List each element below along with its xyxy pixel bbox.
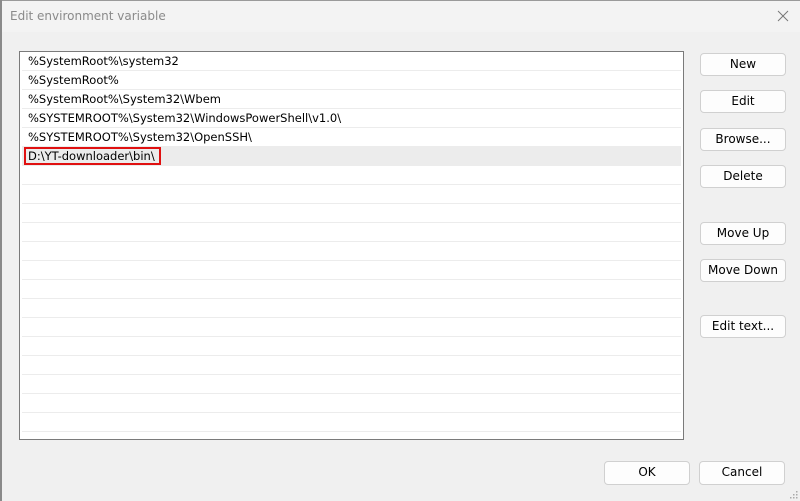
list-item-selected[interactable]: D:\YT-downloader\bin\ — [22, 147, 681, 166]
empty-list-row[interactable] — [22, 242, 681, 261]
resize-grip-icon[interactable] — [788, 489, 798, 499]
list-item-text: %SystemRoot%\System32\Wbem — [28, 92, 222, 106]
list-item-text: %SYSTEMROOT%\System32\OpenSSH\ — [28, 130, 252, 144]
edit-environment-variable-dialog: Edit environment variable %SystemRoot%\s… — [2, 0, 800, 501]
empty-list-row[interactable] — [22, 337, 681, 356]
list-item-text: %SystemRoot% — [28, 73, 119, 87]
cancel-button[interactable]: Cancel — [699, 461, 785, 485]
empty-list-row[interactable] — [22, 413, 681, 432]
list-item[interactable]: %SYSTEMROOT%\System32\WindowsPowerShell\… — [22, 109, 681, 128]
empty-list-row[interactable] — [22, 166, 681, 185]
empty-list-row[interactable] — [22, 299, 681, 318]
close-icon[interactable] — [774, 7, 792, 25]
empty-list-row[interactable] — [22, 394, 681, 413]
list-item[interactable]: %SystemRoot%\system32 — [22, 52, 681, 71]
delete-button[interactable]: Delete — [700, 165, 786, 188]
move-down-button[interactable]: Move Down — [700, 259, 786, 282]
move-up-button[interactable]: Move Up — [700, 222, 786, 245]
ok-button[interactable]: OK — [604, 461, 690, 485]
edit-button[interactable]: Edit — [700, 90, 786, 113]
path-list[interactable]: %SystemRoot%\system32 %SystemRoot% %Syst… — [19, 51, 684, 440]
browse-button[interactable]: Browse... — [700, 128, 786, 151]
list-item[interactable]: %SystemRoot%\System32\Wbem — [22, 90, 681, 109]
empty-list-row[interactable] — [22, 375, 681, 394]
highlighted-list-item-text: D:\YT-downloader\bin\ — [24, 147, 161, 165]
empty-list-row[interactable] — [22, 356, 681, 375]
empty-list-row[interactable] — [22, 223, 681, 242]
edit-text-button[interactable]: Edit text... — [700, 315, 786, 338]
list-item[interactable]: %SYSTEMROOT%\System32\OpenSSH\ — [22, 128, 681, 147]
list-item-text: %SystemRoot%\system32 — [28, 54, 179, 68]
empty-list-row[interactable] — [22, 261, 681, 280]
new-button[interactable]: New — [700, 53, 786, 76]
empty-list-row[interactable] — [22, 280, 681, 299]
list-item[interactable]: %SystemRoot% — [22, 71, 681, 90]
dialog-title: Edit environment variable — [10, 9, 166, 23]
empty-list-row[interactable] — [22, 318, 681, 337]
title-bar[interactable]: Edit environment variable — [2, 1, 800, 32]
list-item-text: %SYSTEMROOT%\System32\WindowsPowerShell\… — [28, 111, 342, 125]
empty-list-row[interactable] — [22, 204, 681, 223]
empty-list-row[interactable] — [22, 185, 681, 204]
